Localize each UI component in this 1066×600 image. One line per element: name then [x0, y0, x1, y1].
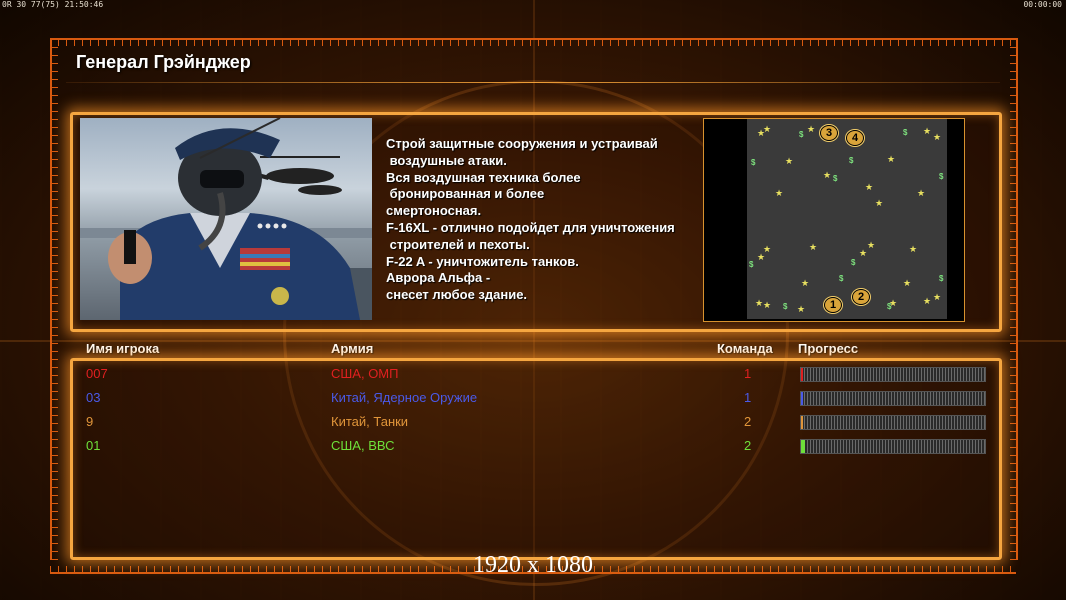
player-army: Китай, Ядерное Оружие [331, 390, 478, 405]
debug-status-left: 0R 30 77(75) 21:50:46 [2, 0, 104, 9]
player-name: 9 [86, 414, 94, 429]
column-header-player: Имя игрока [86, 341, 160, 356]
minimap-supply: $ [749, 260, 754, 269]
player-row: 01 США, ВВС 2 [0, 436, 1066, 456]
title-divider [66, 82, 1000, 83]
minimap-supply: $ [903, 128, 908, 137]
player-army: США, ОМП [331, 366, 399, 381]
minimap-marker: ★ [933, 292, 942, 302]
minimap-marker: ★ [775, 188, 784, 198]
minimap-marker: ★ [917, 188, 926, 198]
minimap-supply: $ [751, 158, 756, 167]
minimap-marker: ★ [809, 242, 818, 252]
minimap-marker: ★ [923, 126, 932, 136]
minimap-marker: ★ [785, 156, 794, 166]
frame-ruler-right [1010, 38, 1018, 560]
minimap-supply: $ [939, 172, 944, 181]
minimap-marker: ★ [923, 296, 932, 306]
debug-status-right: 00:00:00 [1023, 0, 1062, 9]
column-header-army: Армия [331, 341, 374, 356]
minimap-marker: ★ [823, 170, 832, 180]
player-row: 9 Китай, Танки 2 [0, 412, 1066, 432]
briefing-line: F-16XL - отлично подойдет для уничтожени… [386, 219, 675, 235]
resolution-label: 1920 x 1080 [473, 552, 593, 578]
column-header-team: Команда [717, 341, 773, 356]
spawn-point-3[interactable]: 3 [820, 125, 838, 141]
briefing-line: снесет любое здание. [386, 287, 528, 303]
progress-fill [801, 416, 803, 429]
frame-ruler-top [50, 38, 1016, 46]
spawn-point-1[interactable]: 1 [824, 297, 842, 313]
briefing-line: Аврора Альфа - [386, 270, 491, 286]
progress-bar [800, 439, 986, 454]
progress-bar [800, 391, 986, 406]
page-title: Генерал Грэйнджер [76, 52, 251, 72]
minimap-marker: ★ [797, 304, 806, 314]
briefing-line: смертоносная. [386, 203, 482, 219]
briefing-line: Вся воздушная техника более [386, 169, 581, 185]
briefing-line: Строй защитные сооружения и устраивай [386, 136, 658, 151]
briefing-line: строителей и пехоты. [386, 236, 530, 252]
minimap-supply: $ [849, 156, 854, 165]
minimap-supply: $ [939, 274, 944, 283]
minimap-supply: $ [833, 174, 838, 183]
briefing-line: воздушные атаки. [386, 152, 507, 168]
player-team: 1 [744, 366, 752, 381]
player-army: Китай, Танки [331, 414, 409, 429]
minimap-supply: $ [887, 302, 892, 311]
minimap-marker: ★ [865, 182, 874, 192]
player-name: 007 [86, 366, 108, 381]
player-row: 007 США, ОМП 1 [0, 364, 1066, 384]
minimap-marker: ★ [933, 132, 942, 142]
spawn-point-4[interactable]: 4 [846, 130, 864, 146]
briefing-line: бронированная и более [386, 186, 545, 202]
minimap-marker: ★ [763, 124, 772, 134]
progress-fill [801, 440, 805, 453]
progress-fill [801, 368, 803, 381]
player-name: 03 [86, 390, 101, 405]
player-name: 01 [86, 438, 101, 453]
spawn-point-2[interactable]: 2 [852, 289, 870, 305]
player-team: 2 [744, 438, 752, 453]
minimap-marker: ★ [875, 198, 884, 208]
minimap-marker: ★ [757, 252, 766, 262]
minimap-marker: ★ [763, 300, 772, 310]
player-army: США, ВВС [331, 438, 395, 453]
minimap-marker: ★ [867, 240, 876, 250]
progress-bar [800, 367, 986, 382]
minimap-marker: ★ [755, 298, 764, 308]
minimap-supply: $ [783, 302, 788, 311]
minimap-marker: ★ [903, 278, 912, 288]
column-header-progress: Прогресс [798, 341, 859, 356]
general-briefing: Строй защитные сооружения и устраивай во… [386, 136, 696, 304]
minimap-marker: ★ [807, 124, 816, 134]
minimap-marker: ★ [909, 244, 918, 254]
player-row: 03 Китай, Ядерное Оружие 1 [0, 388, 1066, 408]
briefing-line: F-22 A - уничтожитель танков. [386, 253, 579, 269]
minimap-marker: ★ [887, 154, 896, 164]
minimap-supply: $ [851, 258, 856, 267]
progress-bar [800, 415, 986, 430]
player-team: 2 [744, 414, 752, 429]
minimap-marker: ★ [859, 248, 868, 258]
player-team: 1 [744, 390, 752, 405]
minimap-marker: ★ [801, 278, 810, 288]
minimap[interactable]: ★ ★ ★ ★ ★ ★ ★ ★ ★ ★ ★ ★ ★ ★ ★ ★ ★ ★ ★ ★ … [747, 119, 947, 319]
progress-fill [801, 392, 803, 405]
general-portrait [80, 118, 372, 320]
minimap-supply: $ [799, 130, 804, 139]
frame-ruler-left [50, 38, 58, 560]
minimap-supply: $ [839, 274, 844, 283]
